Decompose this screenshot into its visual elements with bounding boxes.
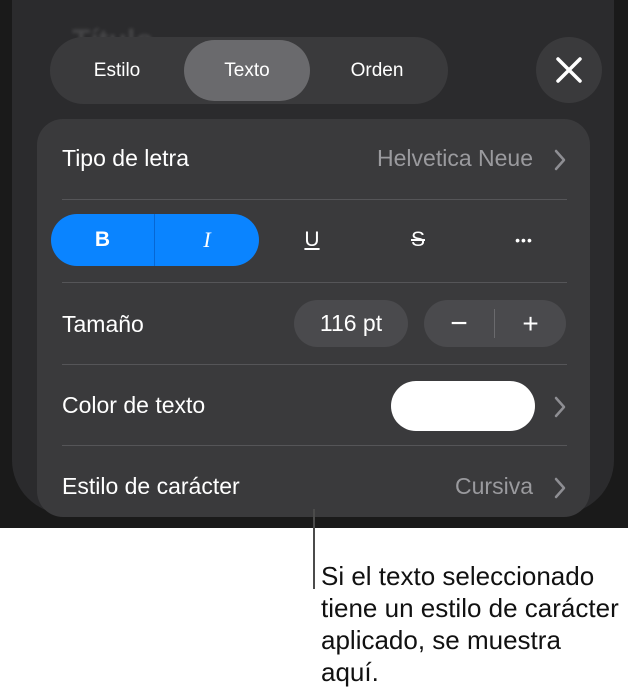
underline-button[interactable]: U bbox=[287, 214, 337, 266]
text-color-label: Color de texto bbox=[62, 392, 206, 418]
size-row: Tamaño 116 pt − + bbox=[37, 283, 590, 364]
chevron-right-icon bbox=[554, 149, 566, 171]
callout-text: Si el texto seleccionado tiene un estilo… bbox=[321, 561, 619, 687]
italic-button[interactable]: I bbox=[155, 214, 259, 266]
close-icon bbox=[556, 57, 582, 83]
chevron-right-icon bbox=[554, 477, 566, 499]
callout-leader-line bbox=[313, 509, 315, 589]
divider bbox=[62, 199, 567, 200]
text-options-card: Tipo de letra Helvetica Neue B I U S •••… bbox=[37, 119, 590, 517]
text-color-swatch[interactable] bbox=[391, 381, 535, 431]
decrease-size-button[interactable]: − bbox=[424, 300, 494, 347]
font-row[interactable]: Tipo de letra Helvetica Neue bbox=[37, 119, 590, 199]
chevron-right-icon bbox=[554, 396, 566, 418]
character-style-row[interactable]: Estilo de carácter Cursiva bbox=[37, 446, 590, 517]
tab-segmented-control: Estilo Texto Orden bbox=[50, 37, 448, 104]
bold-italic-group: B I bbox=[51, 214, 259, 266]
size-value[interactable]: 116 pt bbox=[294, 300, 408, 347]
font-label: Tipo de letra bbox=[62, 145, 189, 171]
strikethrough-button[interactable]: S bbox=[393, 214, 443, 266]
character-style-value: Cursiva bbox=[455, 473, 533, 499]
size-label: Tamaño bbox=[62, 311, 144, 337]
font-value: Helvetica Neue bbox=[377, 145, 533, 171]
bold-button[interactable]: B bbox=[51, 214, 154, 266]
tab-texto[interactable]: Texto bbox=[184, 40, 310, 101]
size-stepper: − + bbox=[424, 300, 566, 347]
tab-orden[interactable]: Orden bbox=[314, 40, 440, 101]
character-style-label: Estilo de carácter bbox=[62, 473, 240, 499]
more-options-button[interactable]: ••• bbox=[499, 214, 549, 266]
increase-size-button[interactable]: + bbox=[495, 300, 566, 347]
close-button[interactable] bbox=[536, 37, 602, 103]
tab-estilo[interactable]: Estilo bbox=[54, 40, 180, 101]
